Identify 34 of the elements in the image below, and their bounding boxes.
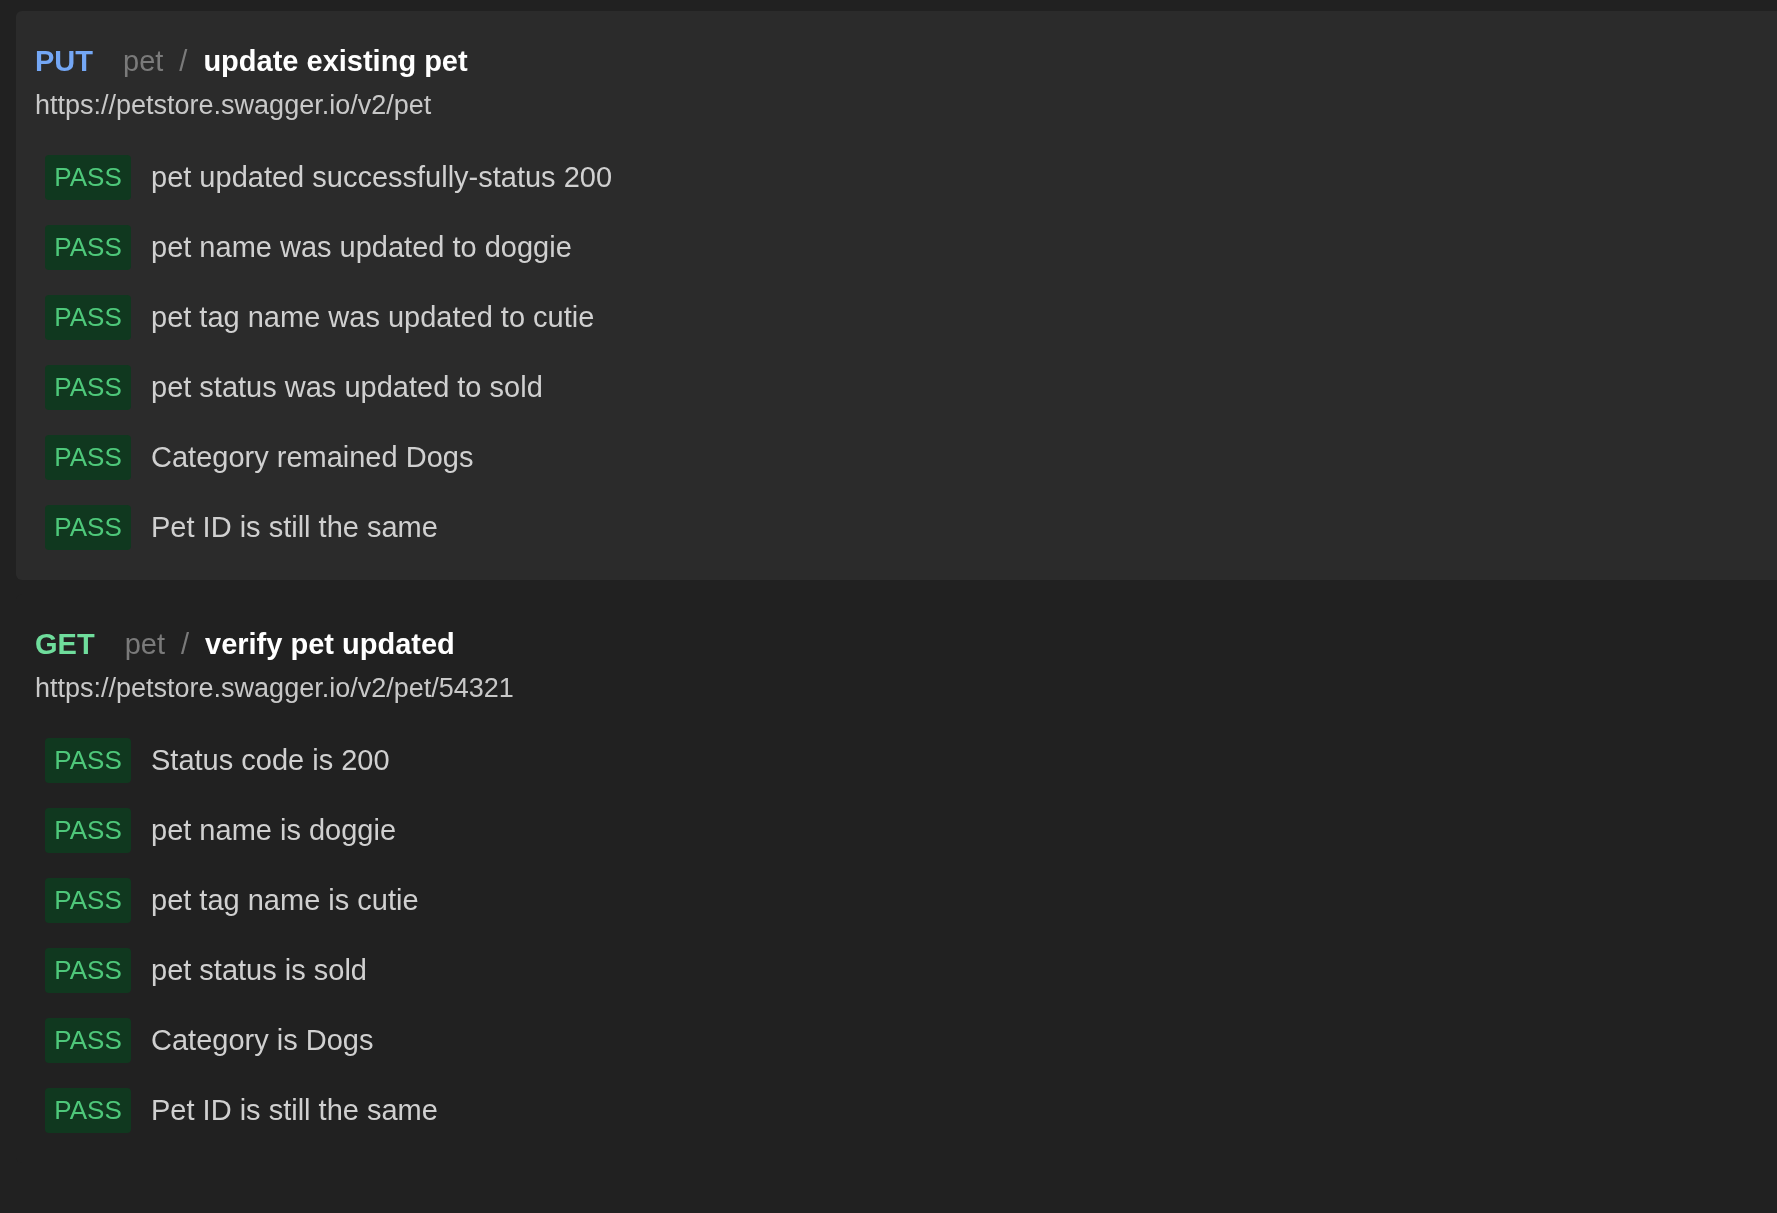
status-badge: PASS [45,365,131,410]
request-url: https://petstore.swagger.io/v2/pet/54321 [35,672,515,705]
status-badge: PASS [45,435,131,480]
test-result-text: pet tag name was updated to cutie [151,299,595,335]
path-separator: / [180,627,189,662]
test-result-text: pet status was updated to sold [151,369,543,405]
test-result-text: pet name is doggie [151,812,397,848]
status-badge: PASS [45,808,131,853]
test-result-text: pet tag name is cutie [151,882,419,918]
test-result-text: Pet ID is still the same [151,509,438,545]
status-badge: PASS [45,738,131,783]
request-title: verify pet updated [205,627,455,662]
status-badge: PASS [45,1088,131,1133]
test-result-text: Category is Dogs [151,1022,374,1058]
test-result-text: pet status is sold [151,952,367,988]
collection-label: pet [123,44,164,79]
status-badge: PASS [45,295,131,340]
path-separator: / [179,44,188,79]
request-url: https://petstore.swagger.io/v2/pet [35,89,433,122]
test-result-text: Category remained Dogs [151,439,474,475]
status-badge: PASS [45,505,131,550]
method-label: PUT [35,44,93,79]
status-badge: PASS [45,948,131,993]
test-result-text: Pet ID is still the same [151,1092,438,1128]
test-result-text: pet name was updated to doggie [151,229,572,265]
test-result-text: Status code is 200 [151,742,390,778]
status-badge: PASS [45,1018,131,1063]
status-badge: PASS [45,878,131,923]
request-title: update existing pet [203,44,468,79]
status-badge: PASS [45,155,131,200]
test-result-text: pet updated successfully-status 200 [151,159,613,195]
status-badge: PASS [45,225,131,270]
collection-label: pet [124,627,165,662]
method-label: GET [35,627,95,662]
